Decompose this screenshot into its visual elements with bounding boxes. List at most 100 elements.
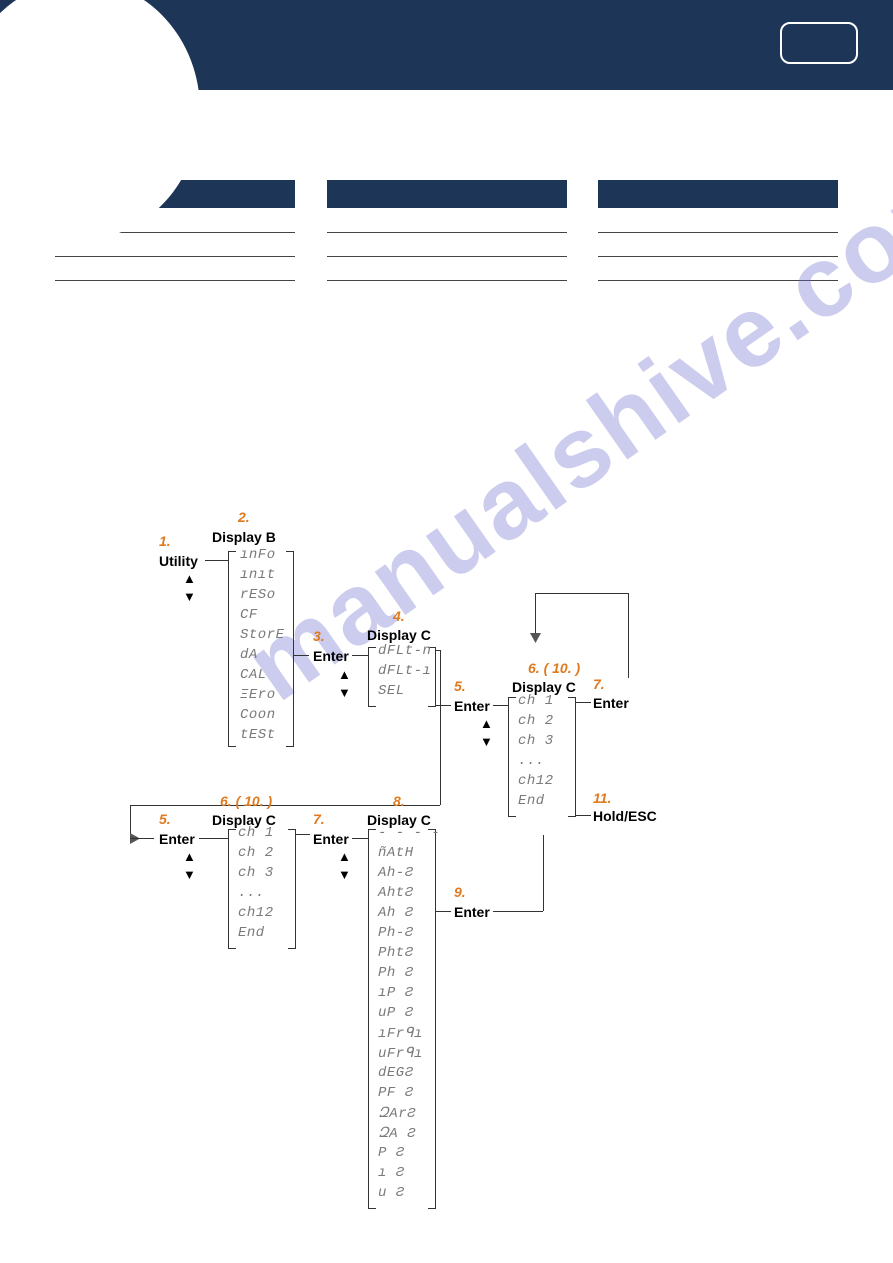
table-header <box>175 180 295 208</box>
seg-item: Ah Ƨ <box>378 905 414 921</box>
table-header <box>598 180 718 208</box>
seg-item: ch12 <box>518 773 554 789</box>
table-header <box>327 180 447 208</box>
connector-line <box>436 650 441 651</box>
connector-line <box>535 593 628 594</box>
display-b-label: Display B <box>212 529 276 545</box>
seg-item: ch 2 <box>238 845 274 861</box>
seg-item: ch12 <box>238 905 274 921</box>
seg-item: u Ƨ <box>378 1185 405 1201</box>
up-arrow-icon: ▲ <box>480 716 493 731</box>
connector-line <box>436 911 451 912</box>
connector-line <box>576 702 591 703</box>
enter-label: Enter <box>159 831 195 847</box>
seg-item: ıP Ƨ <box>378 985 414 1001</box>
seg-item: Coon <box>240 707 276 723</box>
connector-line <box>296 834 310 835</box>
table-row <box>598 232 838 256</box>
seg-item: - - - - <box>378 825 440 841</box>
utility-label: Utility <box>159 553 198 569</box>
seg-item: Ph Ƨ <box>378 965 414 981</box>
seg-item: ıFrᑫı <box>378 1025 423 1042</box>
seg-item: PF Ƨ <box>378 1085 414 1101</box>
connector-line <box>352 655 368 656</box>
table-row <box>327 208 567 232</box>
seg-item: dA <box>240 647 258 663</box>
arrow-down-icon <box>530 633 541 643</box>
down-arrow-icon: ▼ <box>183 589 196 604</box>
seg-item: AhtƧ <box>378 885 414 901</box>
seg-item: CAL <box>240 667 267 683</box>
enter-label: Enter <box>454 904 490 920</box>
step-8: 8. <box>393 793 405 809</box>
connector-line <box>440 650 441 805</box>
step-11: 11. <box>593 790 611 806</box>
table-header <box>447 180 567 208</box>
step-5-lower: 5. <box>159 811 171 827</box>
header-bar <box>0 0 893 90</box>
step-9: 9. <box>454 884 466 900</box>
down-arrow-icon: ▼ <box>480 734 493 749</box>
seg-item: ınıt <box>240 567 276 583</box>
connector-line <box>130 838 154 839</box>
step-7-lower: 7. <box>313 811 325 827</box>
step-5: 5. <box>454 678 466 694</box>
table-header <box>718 180 838 208</box>
table-row <box>327 256 567 280</box>
table-row <box>598 256 838 280</box>
seg-item: Ph-Ƨ <box>378 925 414 941</box>
seg-item: PhtƧ <box>378 945 414 961</box>
seg-item: P Ƨ <box>378 1145 405 1161</box>
seg-item: ch 1 <box>518 693 554 709</box>
seg-item: ch 2 <box>518 713 554 729</box>
connector-line <box>493 705 508 706</box>
menu-flow-diagram: 1. Utility ▲ ▼ 2. Display B ınFo ınıt rE… <box>0 505 893 1245</box>
seg-item: ... <box>238 885 265 901</box>
seg-item: uP Ƨ <box>378 1005 414 1021</box>
seg-item: ñAtH <box>378 845 414 861</box>
step-3: 3. <box>313 628 325 644</box>
display-c-label: Display C <box>367 627 431 643</box>
table-2 <box>327 180 567 281</box>
enter-label: Enter <box>313 648 349 664</box>
seg-item: ch 3 <box>238 865 274 881</box>
table-row <box>55 256 295 280</box>
seg-item: StorE <box>240 627 285 643</box>
hold-esc-label: Hold/ESC <box>593 808 657 824</box>
connector-line <box>130 805 131 835</box>
seg-item: End <box>518 793 545 809</box>
step-6-10-lower: 6. ( 10. ) <box>220 793 272 809</box>
bracket-left <box>228 551 236 747</box>
step-2: 2. <box>238 509 250 525</box>
connector-line <box>205 560 228 561</box>
step-6-10: 6. ( 10. ) <box>528 660 580 676</box>
connector-line <box>576 815 591 816</box>
seg-item: CF <box>240 607 258 623</box>
seg-item: ınFo <box>240 547 276 563</box>
up-arrow-icon: ▲ <box>338 667 351 682</box>
bracket-left <box>368 829 376 1209</box>
up-arrow-icon: ▲ <box>183 849 196 864</box>
seg-item: SEL <box>378 683 405 699</box>
connector-line <box>294 655 309 656</box>
seg-item: ΞEro <box>240 687 276 703</box>
seg-item: dEGƧ <box>378 1065 414 1081</box>
enter-label: Enter <box>454 698 490 714</box>
seg-item: ... <box>518 753 545 769</box>
connector-line <box>352 838 368 839</box>
table-3 <box>598 180 838 281</box>
enter-label: Enter <box>313 831 349 847</box>
connector-line <box>543 835 544 911</box>
step-4: 4. <box>393 608 405 624</box>
seg-item: dFLt-ı <box>378 663 431 679</box>
connector-line <box>535 593 536 638</box>
table-row <box>598 208 838 232</box>
seg-item: ԶA Ƨ <box>378 1125 416 1142</box>
connector-line <box>493 911 543 912</box>
connector-line <box>199 838 228 839</box>
seg-item: ı Ƨ <box>378 1165 405 1181</box>
seg-item: ch 1 <box>238 825 274 841</box>
bracket-right <box>428 829 436 1209</box>
down-arrow-icon: ▼ <box>338 867 351 882</box>
page-number-box <box>780 22 858 64</box>
